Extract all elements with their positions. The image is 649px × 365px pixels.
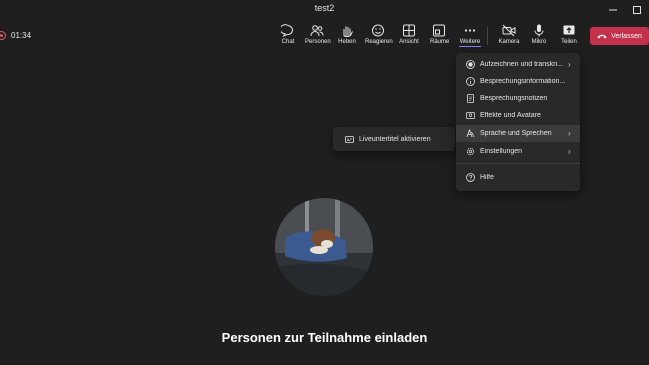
people-button[interactable]: Personen: [305, 24, 331, 50]
title-bar: test2: [0, 0, 649, 19]
recording-indicator-icon: [0, 31, 6, 40]
rooms-label: Räume: [430, 39, 450, 45]
view-label: Ansicht: [399, 39, 419, 45]
people-label: Personen: [305, 39, 331, 45]
window-title: test2: [314, 3, 335, 13]
captions-menu-item[interactable]: Liveuntertitel aktivieren: [359, 136, 431, 143]
more-menu: Aufzeichnen und transkri... › Besprechun…: [456, 53, 580, 191]
react-button[interactable]: Reagieren: [365, 24, 393, 50]
menu-item-meeting-notes[interactable]: Besprechungsnotizen: [456, 90, 580, 107]
captions-icon: [339, 135, 359, 143]
toolbar-divider: [487, 27, 488, 45]
react-label: Reagieren: [365, 39, 393, 45]
gear-icon: [460, 147, 480, 156]
hand-icon: [343, 26, 353, 37]
menu-item-help[interactable]: Hilfe: [456, 169, 580, 186]
menu-item-language[interactable]: Sprache und Sprechen ›: [456, 125, 580, 142]
maximize-button[interactable]: [625, 0, 649, 19]
minimize-button[interactable]: [601, 0, 625, 19]
maximize-icon: [633, 5, 641, 14]
leave-button[interactable]: Verlassen: [590, 27, 649, 45]
chat-button[interactable]: Chat: [280, 24, 296, 50]
record-icon: [460, 60, 480, 69]
raise-hand-button[interactable]: Heben: [338, 24, 356, 50]
more-label: Weitere: [459, 39, 481, 47]
menu-item-record[interactable]: Aufzeichnen und transkri... ›: [456, 56, 580, 73]
menu-item-effects[interactable]: Effekte und Avatare: [456, 107, 580, 124]
invite-heading: Personen zur Teilnahme einladen: [221, 330, 428, 345]
minimize-icon: [609, 9, 617, 10]
more-button[interactable]: Weitere: [459, 24, 481, 50]
mic-button[interactable]: Mikro: [531, 24, 547, 50]
more-dots-icon: [464, 29, 476, 32]
rooms-button[interactable]: Räume: [430, 24, 450, 50]
camera-label: Kamera: [498, 39, 520, 45]
effects-icon: [460, 111, 480, 120]
chat-icon: [281, 24, 293, 37]
share-button[interactable]: Teilen: [561, 24, 577, 50]
menu-item-settings[interactable]: Einstellungen ›: [456, 143, 580, 160]
meeting-toolbar: 01:34 Chat Personen Heben Reagieren Ansi…: [0, 19, 649, 52]
view-button[interactable]: Ansicht: [399, 24, 419, 50]
captions-submenu: Liveuntertitel aktivieren: [333, 127, 455, 151]
menu-divider: [456, 163, 580, 164]
leave-label: Verlassen: [611, 32, 642, 40]
menu-item-meeting-info[interactable]: Besprechungsinformation...: [456, 73, 580, 90]
camera-off-icon: [502, 24, 516, 37]
share-label: Teilen: [561, 39, 577, 45]
raise-hand-label: Heben: [338, 39, 356, 45]
language-icon: [460, 129, 480, 138]
people-icon: [310, 25, 324, 37]
notes-icon: [460, 94, 480, 103]
help-icon: [460, 173, 480, 182]
avatar: [275, 198, 373, 296]
share-screen-icon: [563, 25, 575, 35]
chevron-right-icon: ›: [568, 129, 571, 138]
camera-button[interactable]: Kamera: [498, 24, 520, 50]
grid-view-icon: [403, 24, 415, 37]
profile-photo: [275, 198, 373, 296]
mic-label: Mikro: [531, 39, 547, 45]
smiley-icon: [372, 24, 384, 37]
chevron-right-icon: ›: [568, 60, 571, 69]
chevron-right-icon: ›: [568, 147, 571, 156]
chat-label: Chat: [281, 39, 295, 45]
breakout-rooms-icon: [433, 24, 445, 37]
info-icon: [460, 77, 480, 86]
call-timer: 01:34: [11, 31, 32, 40]
hang-up-icon: [597, 34, 607, 39]
microphone-icon: [534, 24, 544, 37]
